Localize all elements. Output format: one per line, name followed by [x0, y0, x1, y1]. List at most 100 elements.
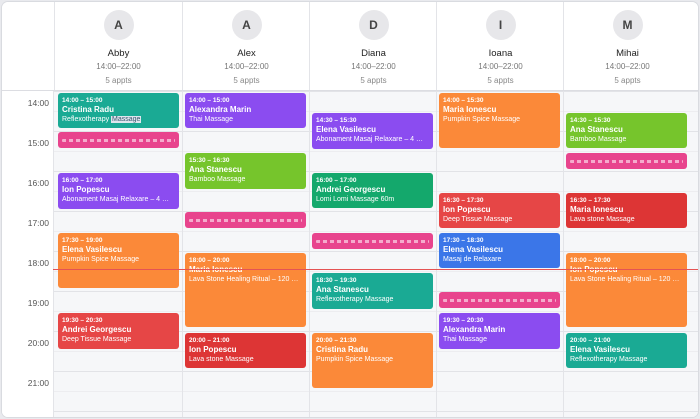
- appointment-card[interactable]: 17:30 – 18:30 Elena Vasilescu Masaj de R…: [439, 233, 560, 268]
- staff-hours: 14:00–22:00: [605, 62, 650, 71]
- appointment-client: Ion Popescu: [570, 265, 683, 275]
- appointment-service: Lava stone Massage: [570, 216, 635, 223]
- appointment-card-redacted[interactable]: [566, 153, 687, 169]
- appointment-time: 18:00 – 20:00: [189, 257, 230, 264]
- staff-column-header[interactable]: A Alex 14:00–22:00 5 appts: [182, 2, 310, 90]
- appointment-service: Reflexotherapy Massage: [316, 296, 394, 303]
- staff-hours: 14:00–22:00: [224, 62, 269, 71]
- appointment-service: Bamboo Massage: [189, 176, 246, 183]
- appointment-card[interactable]: 14:00 – 15:00 Cristina Radu Reflexothera…: [58, 93, 179, 128]
- appointment-card[interactable]: 19:30 – 20:30 Andrei Georgescu Deep Tiss…: [58, 313, 179, 349]
- appointment-time: 16:00 – 17:00: [62, 177, 103, 184]
- highlighted-text: Massage: [111, 116, 142, 123]
- appointment-card-redacted[interactable]: [58, 132, 179, 148]
- appointment-client: Ana Stanescu: [189, 165, 242, 174]
- appointment-card[interactable]: 14:00 – 15:30 Maria Ionescu Pumpkin Spic…: [439, 93, 560, 148]
- staff-column-header[interactable]: I Ioana 14:00–22:00 5 appts: [436, 2, 564, 90]
- redacted-text: [316, 240, 429, 243]
- staff-appts-count: 5 appts: [614, 76, 641, 85]
- appointment-client: Cristina Radu: [62, 105, 115, 114]
- schedule-grid[interactable]: 14:00 15:00 16:00 17:00 18:00 19:00 20:0…: [2, 91, 698, 417]
- appointment-time: 14:30 – 15:30: [316, 117, 357, 124]
- avatar: D: [358, 10, 389, 40]
- appointment-client: Ion Popescu: [443, 205, 491, 214]
- appointment-service: Abonament Masaj Relaxare – 4 …: [62, 196, 169, 203]
- appointment-card[interactable]: 18:30 – 19:30 Ana Stanescu Reflexotherap…: [312, 273, 433, 309]
- appointment-time: 19:30 – 20:30: [443, 317, 484, 324]
- appointment-client: Maria Ionescu: [189, 265, 302, 275]
- staff-appts-count: 5 appts: [105, 76, 132, 85]
- appointment-client: Maria Ionescu: [570, 205, 624, 214]
- staff-column-header[interactable]: M Mihai 14:00–22:00 5 appts: [563, 2, 691, 90]
- appointment-card-redacted[interactable]: [439, 292, 560, 308]
- calendar-frame: A Abby 14:00–22:00 5 appts A Alex 14:00–…: [2, 2, 698, 417]
- hour-gridline: [2, 91, 698, 92]
- half-hour-gridline: [2, 151, 698, 152]
- staff-appts-count: 5 appts: [360, 76, 387, 85]
- appointment-card[interactable]: 20:00 – 21:00 Elena Vasilescu Reflexothe…: [566, 333, 687, 368]
- avatar: A: [231, 10, 262, 40]
- staff-name: Alex: [237, 48, 256, 59]
- half-hour-gridline: [2, 391, 698, 392]
- appointment-client: Elena Vasilescu: [570, 345, 631, 354]
- appointment-service: Deep Tissue Massage: [62, 336, 132, 343]
- redacted-text: [189, 219, 302, 222]
- appointment-client: Ion Popescu: [62, 185, 110, 194]
- appointment-client: Ana Stanescu: [316, 285, 369, 294]
- staff-name: Ioana: [488, 48, 513, 59]
- appointment-card[interactable]: 20:00 – 21:30 Cristina Radu Pumpkin Spic…: [312, 333, 433, 388]
- appointment-client: Elena Vasilescu: [62, 245, 123, 254]
- appointment-time: 14:30 – 15:30: [570, 117, 611, 124]
- appointment-service: Pumpkin Spice Massage: [443, 116, 521, 123]
- time-label: 20:00: [27, 338, 49, 348]
- appointment-client: Alexandra Marin: [443, 325, 506, 334]
- avatar: I: [485, 10, 516, 40]
- appointment-card[interactable]: 16:30 – 17:30 Ion Popescu Deep Tissue Ma…: [439, 193, 560, 228]
- appointment-time: 16:00 – 17:00: [316, 177, 357, 184]
- appointment-card[interactable]: 16:00 – 17:00 Andrei Georgescu Lomi Lomi…: [312, 173, 433, 208]
- appointment-time: 14:00 – 15:00: [189, 97, 230, 104]
- appointment-service: Reflexotherapy Massage: [62, 116, 142, 123]
- appointment-card[interactable]: 20:00 – 21:00 Ion Popescu Lava stone Mas…: [185, 333, 306, 368]
- appointment-service: Bamboo Massage: [570, 136, 627, 143]
- appointment-card-redacted[interactable]: [312, 233, 433, 249]
- appointment-card[interactable]: 19:30 – 20:30 Alexandra Marin Thai Massa…: [439, 313, 560, 349]
- appointment-client: Alexandra Marin: [189, 105, 252, 114]
- appointment-time: 18:30 – 19:30: [316, 277, 357, 284]
- appointment-client: Cristina Radu: [316, 345, 369, 354]
- appointment-client: Ion Popescu: [189, 345, 237, 354]
- time-label: 14:00: [27, 98, 49, 108]
- appointment-card[interactable]: 16:00 – 17:00 Ion Popescu Abonament Masa…: [58, 173, 179, 209]
- appointment-service: Lomi Lomi Massage 60m: [316, 196, 395, 203]
- column-divider: [563, 91, 564, 417]
- appointment-time: 17:30 – 19:00: [62, 237, 103, 244]
- appointment-card[interactable]: 14:00 – 15:00 Alexandra Marin Thai Massa…: [185, 93, 306, 128]
- avatar: M: [612, 10, 643, 40]
- appointment-card[interactable]: 18:00 – 20:00 Ion Popescu Lava Stone Hea…: [566, 253, 687, 327]
- staff-column-header[interactable]: D Diana 14:00–22:00 5 appts: [309, 2, 437, 90]
- appointment-time: 14:00 – 15:30: [443, 97, 484, 104]
- appointment-client: Elena Vasilescu: [316, 125, 377, 134]
- appointment-service: Lava Stone Healing Ritual – 120 …: [189, 276, 299, 283]
- appointment-card-redacted[interactable]: [185, 212, 306, 228]
- appointment-client: Ana Stanescu: [570, 125, 623, 134]
- appointment-card[interactable]: 15:30 – 16:30 Ana Stanescu Bamboo Massag…: [185, 153, 306, 189]
- staff-hours: 14:00–22:00: [478, 62, 523, 71]
- appointment-card[interactable]: 14:30 – 15:30 Elena Vasilescu Abonament …: [312, 113, 433, 149]
- appointment-card[interactable]: 17:30 – 19:00 Elena Vasilescu Pumpkin Sp…: [58, 233, 179, 288]
- appointment-service: Pumpkin Spice Massage: [316, 356, 394, 363]
- appointment-card[interactable]: 14:30 – 15:30 Ana Stanescu Bamboo Massag…: [566, 113, 687, 148]
- appointment-service: Abonament Masaj Relaxare – 4 …: [316, 136, 423, 143]
- staff-column-header[interactable]: A Abby 14:00–22:00 5 appts: [54, 2, 182, 90]
- appointment-client: Elena Vasilescu: [443, 245, 504, 254]
- appointment-time: 16:30 – 17:30: [443, 197, 484, 204]
- appointment-time: 20:00 – 21:00: [570, 337, 611, 344]
- column-divider: [182, 91, 183, 417]
- appointment-client: Andrei Georgescu: [316, 185, 386, 194]
- appointment-card[interactable]: 18:00 – 20:00 Maria Ionescu Lava Stone H…: [185, 253, 306, 327]
- appointment-card[interactable]: 16:30 – 17:30 Maria Ionescu Lava stone M…: [566, 193, 687, 228]
- time-label: 16:00: [27, 178, 49, 188]
- staff-name: Abby: [107, 48, 130, 59]
- time-label: 18:00: [27, 258, 49, 268]
- appointment-time: 16:30 – 17:30: [570, 197, 611, 204]
